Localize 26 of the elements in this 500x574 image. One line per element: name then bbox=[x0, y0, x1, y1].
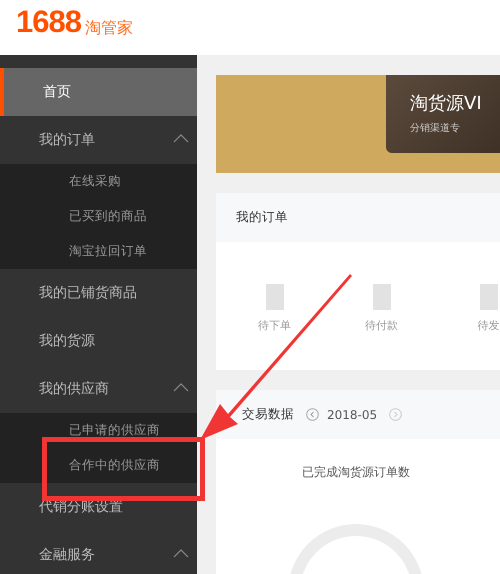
banner-subtitle: 分销渠道专 bbox=[410, 122, 461, 135]
card-title: 交易数据 bbox=[242, 406, 294, 423]
sidebar-item[interactable]: 我的供应商 bbox=[0, 365, 197, 413]
sidebar-subitem[interactable]: 合作中的供应商 bbox=[0, 448, 197, 483]
sidebar-item[interactable]: 我的订单 bbox=[0, 116, 197, 164]
next-icon[interactable] bbox=[389, 408, 402, 421]
card-title: 我的订单 bbox=[236, 209, 288, 226]
previous-icon[interactable] bbox=[306, 408, 319, 421]
logo-number: 1688 bbox=[16, 6, 81, 37]
sidebar-item[interactable]: 首页 bbox=[0, 68, 197, 116]
promo-banner[interactable]: 淘货源VI 分销渠道专 bbox=[216, 75, 500, 173]
sidebar-item[interactable]: 我的货源 bbox=[0, 317, 197, 365]
sidebar-subitem[interactable]: 在线采购 bbox=[0, 164, 197, 199]
order-status-label[interactable]: 待付款 bbox=[365, 318, 398, 333]
month-label: 2018-05 bbox=[327, 408, 378, 422]
sidebar-item[interactable]: 金融服务 bbox=[0, 531, 197, 574]
blurred-count bbox=[372, 284, 390, 310]
logo-text: 淘管家 bbox=[84, 18, 133, 37]
sidebar-subitem[interactable]: 已买到的商品 bbox=[0, 199, 197, 234]
metric-label: 已完成淘货源订单数 bbox=[302, 464, 410, 481]
blurred-count bbox=[266, 284, 284, 310]
sidebar-subitem[interactable]: 淘宝拉回订单 bbox=[0, 234, 197, 269]
blurred-count bbox=[480, 284, 498, 310]
sidebar-subitem[interactable]: 已申请的供应商 bbox=[0, 413, 197, 448]
banner-title: 淘货源VI bbox=[410, 92, 483, 115]
sidebar-item[interactable]: 我的已铺货商品 bbox=[0, 269, 197, 317]
